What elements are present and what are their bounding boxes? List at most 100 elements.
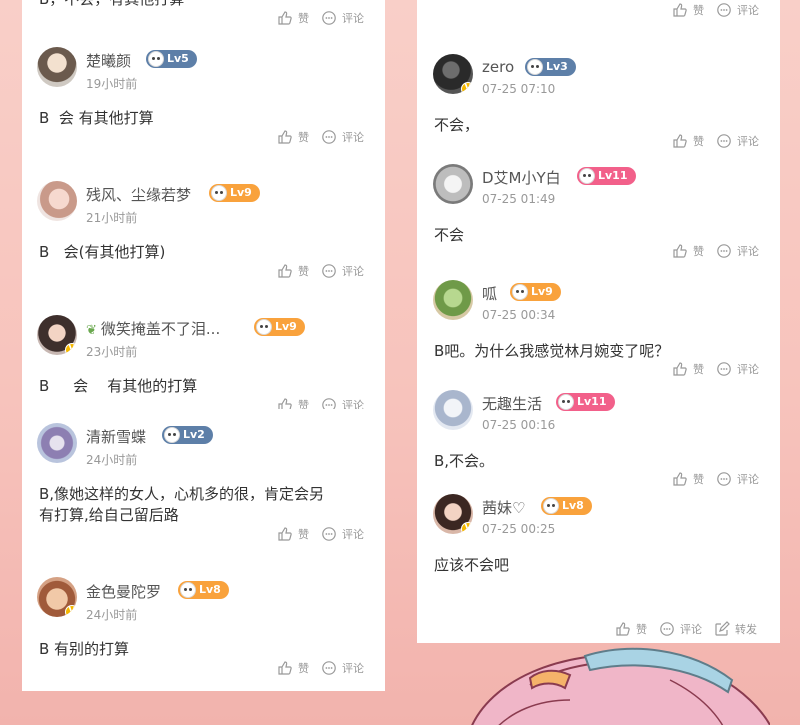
- comment-text: 不会，: [434, 116, 480, 134]
- level-badge: Lv8: [541, 497, 592, 515]
- comment-icon: [322, 661, 336, 675]
- comment-label: 评论: [342, 662, 364, 675]
- level-badge: Lv11: [556, 393, 615, 411]
- like-button[interactable]: 赞: [277, 397, 309, 409]
- like-label: 赞: [298, 528, 309, 541]
- thumbs-up-icon: [673, 362, 687, 376]
- comment-actions: 赞 评论: [277, 526, 364, 542]
- comment-button[interactable]: 评论: [716, 243, 759, 259]
- timestamp: 07-25 07:10: [482, 82, 556, 96]
- thumbs-up-icon: [673, 134, 687, 148]
- timestamp: 07-25 00:34: [482, 308, 556, 322]
- username: 微笑掩盖不了泪...: [100, 320, 221, 338]
- share-label: 转发: [735, 623, 757, 636]
- level-text: Lv9: [531, 285, 553, 298]
- like-label: 赞: [693, 473, 704, 486]
- timestamp: 23小时前: [86, 345, 138, 359]
- like-button[interactable]: 赞: [672, 133, 704, 149]
- avatar[interactable]: [433, 164, 473, 204]
- username-row[interactable]: ❦ 微笑掩盖不了泪...: [86, 318, 220, 339]
- level-badge: Lv9: [510, 283, 561, 301]
- comment-text: B 会 有其他的打算: [39, 377, 198, 395]
- comment-text: B 有别的打算: [39, 640, 130, 658]
- like-button[interactable]: 赞: [672, 361, 704, 377]
- comment-label: 评论: [680, 623, 702, 636]
- level-face-icon: [527, 59, 543, 75]
- comment-text: B吧。为什么我感觉林月婉变了呢？: [434, 342, 670, 360]
- comment-button[interactable]: 评论: [321, 526, 364, 542]
- comment-text: B,像她这样的女人，心机多的很，肯定会另 有打算,给自己留后路: [39, 485, 325, 524]
- comment-label: 评论: [737, 473, 759, 486]
- level-text: Lv8: [562, 499, 584, 512]
- avatar[interactable]: V: [37, 315, 77, 355]
- comment-actions: 赞 评论: [277, 397, 364, 409]
- like-button[interactable]: 赞: [615, 621, 647, 637]
- like-label: 赞: [298, 662, 309, 675]
- vip-badge-icon: V: [461, 82, 473, 94]
- username[interactable]: 金色曼陀罗: [86, 581, 161, 602]
- avatar[interactable]: [37, 423, 77, 463]
- username[interactable]: zero: [482, 58, 514, 76]
- level-face-icon: [543, 498, 559, 514]
- avatar[interactable]: [433, 390, 473, 430]
- vip-badge-icon: V: [65, 343, 77, 355]
- level-face-icon: [512, 284, 528, 300]
- comment-icon: [660, 622, 674, 636]
- comment-icon: [322, 398, 336, 409]
- comment-label: 评论: [737, 4, 759, 17]
- comment-icon: [717, 134, 731, 148]
- username[interactable]: 茜妹♡: [482, 497, 525, 518]
- like-button[interactable]: 赞: [672, 243, 704, 259]
- avatar[interactable]: V: [37, 577, 77, 617]
- level-text: Lv9: [275, 320, 297, 333]
- thumbs-up-icon: [278, 398, 292, 409]
- comment-button[interactable]: 评论: [716, 133, 759, 149]
- comment-button[interactable]: 评论: [716, 361, 759, 377]
- username[interactable]: 呱: [482, 283, 497, 304]
- like-button[interactable]: 赞: [277, 660, 309, 676]
- comment-actions: 赞 评论: [672, 133, 759, 149]
- comment-button[interactable]: 评论: [659, 621, 702, 637]
- level-text: Lv8: [199, 583, 221, 596]
- avatar[interactable]: V: [433, 494, 473, 534]
- comment-label: 评论: [737, 245, 759, 258]
- avatar[interactable]: [433, 280, 473, 320]
- comment-icon: [717, 244, 731, 258]
- comment-button[interactable]: 评论: [321, 397, 364, 409]
- share-button[interactable]: 转发: [714, 621, 757, 637]
- comment-label: 评论: [737, 135, 759, 148]
- vip-badge-icon: V: [65, 605, 77, 617]
- comment-icon: [717, 362, 731, 376]
- like-button[interactable]: 赞: [672, 2, 704, 18]
- comment-button[interactable]: 评论: [321, 660, 364, 676]
- like-label: 赞: [636, 623, 647, 636]
- timestamp: 24小时前: [86, 608, 138, 622]
- avatar[interactable]: V: [433, 54, 473, 94]
- level-face-icon: [180, 582, 196, 598]
- like-button[interactable]: 赞: [277, 526, 309, 542]
- level-badge: Lv9: [254, 318, 305, 336]
- username[interactable]: D艾M小Y白: [482, 167, 561, 188]
- level-badge: Lv11: [577, 167, 636, 185]
- comment-actions: 赞 评论: [672, 361, 759, 377]
- share-icon: [715, 621, 730, 636]
- comment-actions: 赞 评论: [672, 243, 759, 259]
- like-label: 赞: [693, 245, 704, 258]
- level-text: Lv3: [546, 60, 568, 73]
- like-label: 赞: [693, 135, 704, 148]
- thumbs-up-icon: [278, 661, 292, 675]
- comment-label: 评论: [737, 363, 759, 376]
- comment-button[interactable]: 评论: [716, 2, 759, 18]
- level-badge: Lv3: [525, 58, 576, 76]
- comment-icon: [322, 527, 336, 541]
- username[interactable]: 无趣生活: [482, 393, 542, 414]
- comment-icon: [717, 472, 731, 486]
- level-text: Lv11: [577, 395, 607, 408]
- timestamp: 07-25 01:49: [482, 192, 556, 206]
- level-badge: Lv2: [162, 426, 213, 444]
- comment-button[interactable]: 评论: [716, 471, 759, 487]
- comment-actions: 赞 评论: [672, 471, 759, 487]
- like-button[interactable]: 赞: [672, 471, 704, 487]
- username[interactable]: 清新雪蝶: [86, 426, 146, 447]
- comment-actions: 赞 评论: [277, 660, 364, 676]
